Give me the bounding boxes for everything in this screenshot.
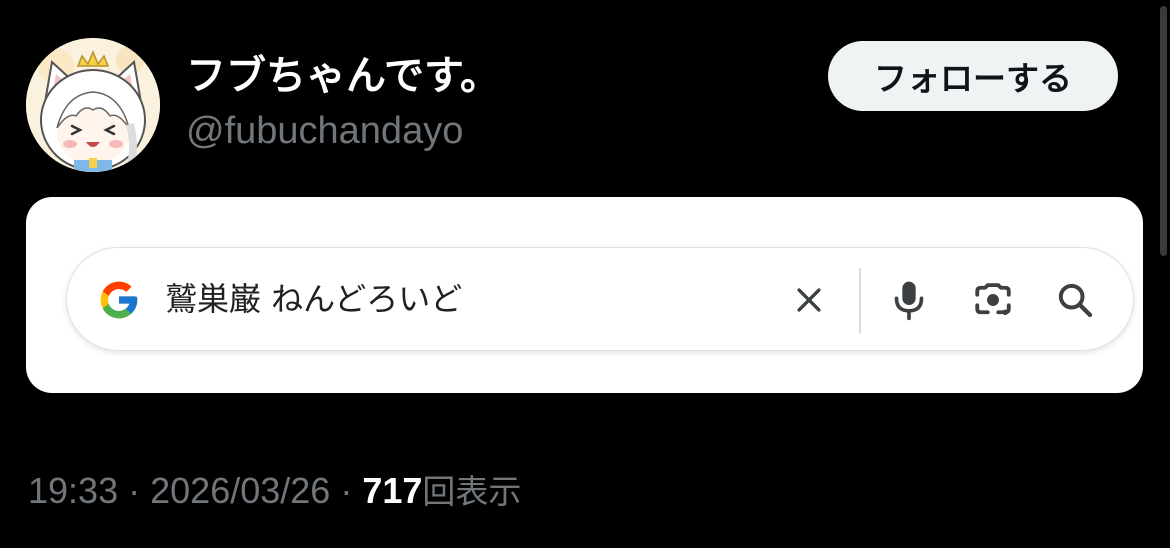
author-handle[interactable]: @fubuchandayo [186, 106, 463, 156]
scrollbar[interactable] [1158, 0, 1170, 548]
avatar-image [26, 38, 160, 172]
post-time[interactable]: 19:33 [28, 470, 118, 511]
post-media-image[interactable]: 鷲巣巌 ねんどろいど [26, 197, 1143, 393]
mic-icon[interactable] [885, 276, 933, 324]
lens-camera-icon[interactable] [969, 276, 1017, 324]
meta-separator: · [340, 470, 353, 511]
search-divider [859, 268, 861, 334]
search-icon[interactable] [1051, 276, 1099, 324]
author-display-name[interactable]: フブちゃんです。 [186, 50, 500, 102]
google-logo-icon [97, 278, 141, 322]
post-date[interactable]: 2026/03/26 [150, 470, 330, 511]
view-count: 717 [362, 470, 423, 511]
scrollbar-thumb[interactable] [1160, 6, 1167, 256]
clear-icon[interactable] [785, 276, 833, 324]
avatar[interactable] [26, 38, 160, 172]
post-meta: 19:33 · 2026/03/26 · 717回表示 [28, 468, 521, 515]
search-bar: 鷲巣巌 ねんどろいど [66, 247, 1134, 351]
views-label: 回表示 [422, 472, 522, 511]
meta-separator: · [128, 470, 141, 511]
follow-button[interactable]: フォローする [828, 41, 1118, 111]
search-query-input[interactable]: 鷲巣巌 ねんどろいど [165, 276, 462, 322]
post-view: フブちゃんです。 @fubuchandayo フォローする 鷲巣巌 ねんどろいど [0, 0, 1170, 548]
